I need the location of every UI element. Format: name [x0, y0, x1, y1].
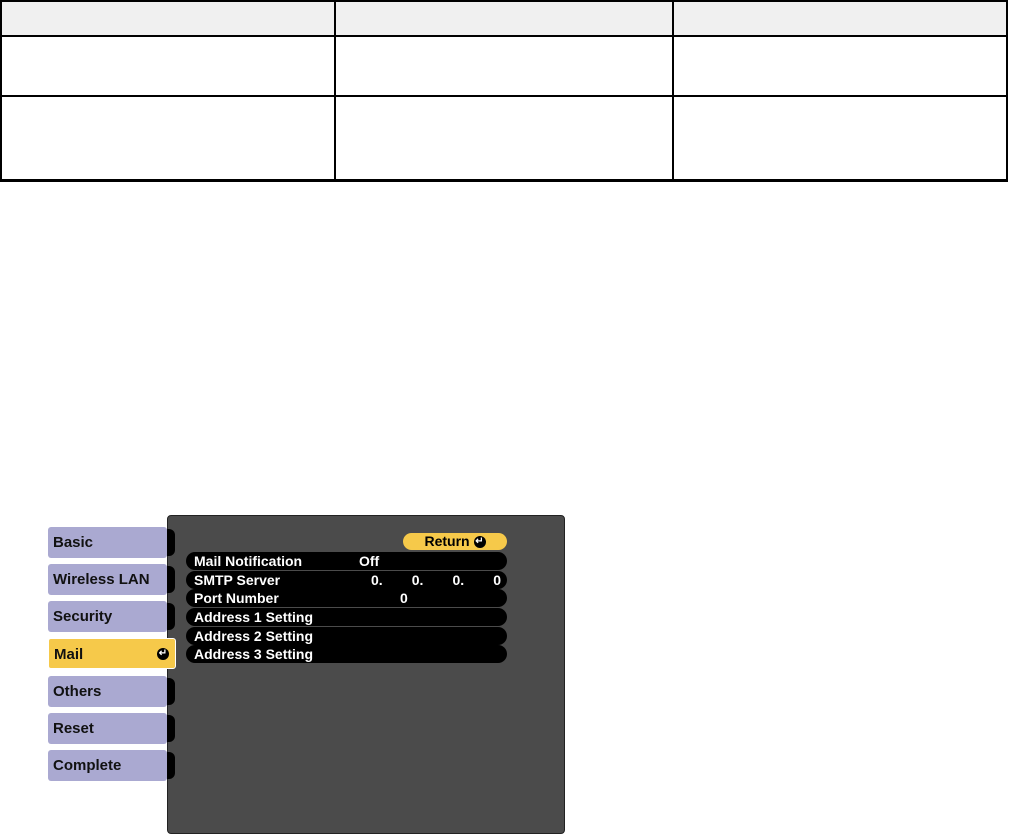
tab-label: Mail — [54, 646, 84, 663]
row-label: Address 2 Setting — [194, 628, 314, 644]
row-port-number[interactable]: Port Number 0 — [186, 589, 507, 607]
row-label: Mail Notification — [194, 553, 303, 569]
enter-icon: ↵ — [157, 648, 169, 660]
tab-label: Wireless LAN — [53, 571, 150, 588]
empty-table — [0, 0, 1008, 182]
tab-label: Security — [53, 608, 113, 625]
tab-others[interactable]: Others — [48, 676, 175, 707]
table-cell — [672, 35, 1008, 97]
row-address-3[interactable]: Address 3 Setting — [186, 645, 507, 663]
tab-label: Complete — [53, 757, 122, 774]
ip-octet: 0. — [452, 572, 465, 588]
header-cell — [0, 0, 336, 37]
return-label: Return — [424, 533, 470, 549]
row-label: SMTP Server — [194, 572, 281, 588]
table-cell — [334, 35, 674, 97]
row-mail-notification[interactable]: Mail Notification Off — [186, 552, 507, 570]
tab-label: Others — [53, 683, 102, 700]
row-smtp-server[interactable]: SMTP Server 0. 0. 0. 0 — [186, 571, 507, 589]
table-cell — [0, 95, 336, 182]
enter-icon: ↵ — [473, 536, 486, 549]
return-button[interactable]: Return ↵ — [403, 533, 507, 550]
ip-octet: 0. — [371, 572, 383, 588]
row-label: Port Number — [194, 590, 279, 606]
table-cell — [334, 95, 674, 182]
header-cell — [334, 0, 674, 37]
row-value: 0 — [400, 590, 408, 606]
tab-basic[interactable]: Basic — [48, 527, 175, 558]
tab-complete[interactable]: Complete — [48, 750, 175, 781]
ip-octet: 0 — [493, 572, 501, 588]
row-value: Off — [359, 553, 380, 569]
row-address-2[interactable]: Address 2 Setting — [186, 627, 507, 645]
tab-label: Reset — [53, 720, 94, 737]
row-label: Address 1 Setting — [194, 609, 314, 625]
table-cell — [0, 35, 336, 97]
row-address-1[interactable]: Address 1 Setting — [186, 608, 507, 626]
ip-value: 0. 0. 0. 0 — [371, 571, 501, 589]
tab-label: Basic — [53, 534, 94, 551]
row-label: Address 3 Setting — [194, 646, 314, 662]
ip-octet: 0. — [411, 572, 424, 588]
tab-mail[interactable]: Mail ↵ — [48, 638, 176, 669]
tab-security[interactable]: Security — [48, 601, 175, 632]
tab-reset[interactable]: Reset — [48, 713, 175, 744]
header-cell — [672, 0, 1008, 37]
table-cell — [672, 95, 1008, 182]
tab-wireless-lan[interactable]: Wireless LAN — [48, 564, 175, 595]
